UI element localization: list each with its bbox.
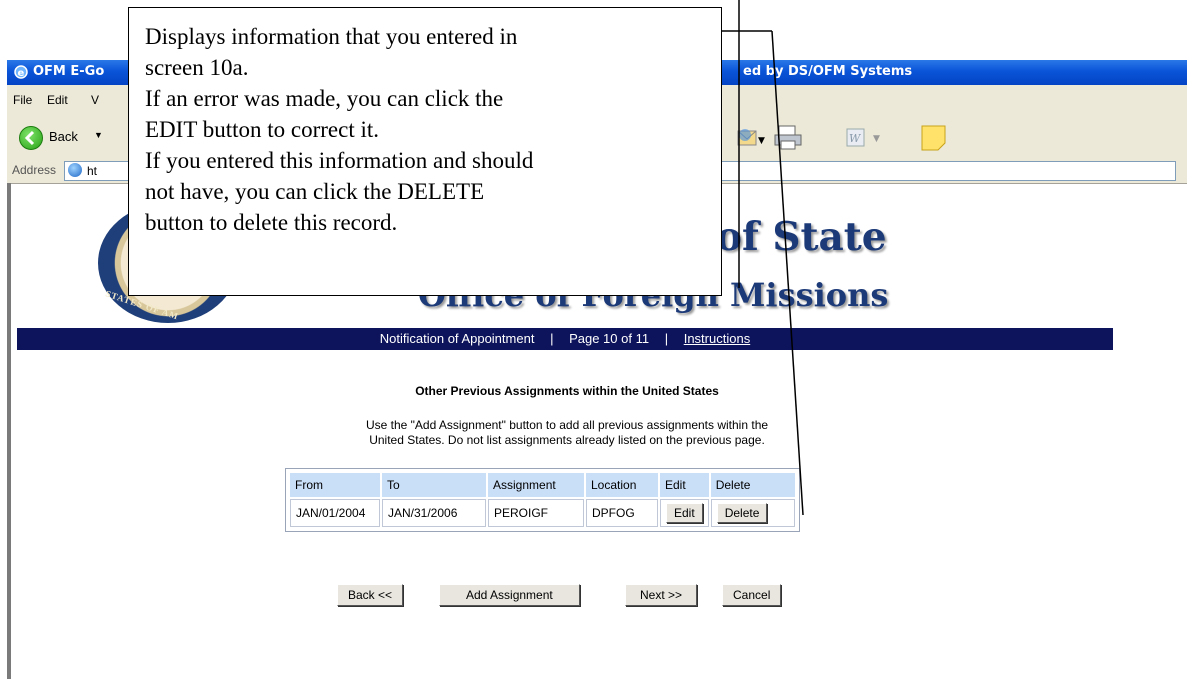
page-indicator: Page 10 of 11 [569,331,650,346]
assignments-table: From To Assignment Location Edit Delete … [285,468,800,532]
internet-explorer-icon: e [13,64,29,80]
instructions-line: Use the "Add Assignment" button to add a… [365,418,769,432]
menu-edit[interactable]: Edit [47,93,68,107]
callout-line: If you entered this information and shou… [145,148,534,173]
cancel-button[interactable]: Cancel [722,584,782,606]
page-globe-icon [68,163,82,177]
table-header-row: From To Assignment Location Edit Delete [290,473,795,497]
svg-text:▼: ▼ [758,136,765,146]
nav-separator: | [550,331,554,346]
nav-separator: | [664,331,669,346]
cell-location: DPFOG [586,499,658,527]
column-header-edit: Edit [660,473,709,497]
back-button-label[interactable]: Back [49,129,78,144]
edit-button[interactable]: Edit [666,503,703,523]
print-icon[interactable] [773,123,807,156]
svg-text:▼: ▼ [873,134,880,144]
column-header-assignment: Assignment [488,473,584,497]
sticky-note-icon[interactable] [919,123,949,156]
cell-delete: Delete [710,499,795,527]
back-button[interactable]: Back << [337,584,404,606]
cell-edit: Edit [660,499,709,527]
form-name: Notification of Appointment [379,331,535,346]
callout-line: screen 10a. [145,55,249,80]
callout-line: If an error was made, you can click the [145,86,504,111]
column-header-location: Location [586,473,658,497]
section-heading: Other Previous Assignments within the Un… [415,384,719,398]
next-button[interactable]: Next >> [625,584,698,606]
callout-line: not have, you can click the DELETE [145,179,485,204]
window-title-left: OFM E-Go [33,64,105,79]
mail-icon[interactable]: ▼ [735,123,765,154]
window-left-border [7,183,11,679]
menu-file[interactable]: File [13,93,32,107]
delete-button[interactable]: Delete [716,503,768,523]
back-dropdown-icon[interactable]: ▼ [94,130,103,140]
back-arrow-icon[interactable] [19,126,43,150]
callout-line: Displays information that you entered in [145,24,518,49]
svg-text:W: W [849,132,862,145]
window-title-right: ed by DS/OFM Systems [743,64,913,79]
callout-line: button to delete this record. [145,210,398,235]
svg-text:e: e [18,68,25,79]
word-edit-icon[interactable]: W ▼ [845,126,885,153]
add-assignment-button[interactable]: Add Assignment [439,584,580,606]
callout-box: Displays information that you entered in… [128,7,722,296]
callout-line: EDIT button to correct it. [145,117,379,142]
cell-from: JAN/01/2004 [290,499,380,527]
menu-view[interactable]: V [91,93,99,107]
column-header-delete: Delete [710,473,795,497]
address-text: ht [87,164,98,178]
page-nav-bar: Notification of Appointment | Page 10 of… [17,328,1113,350]
instructions-line: United States. Do not list assignments a… [369,433,765,447]
column-header-from: From [290,473,380,497]
instructions-link[interactable]: Instructions [684,331,750,346]
table-row: JAN/01/2004 JAN/31/2006 PEROIGF DPFOG Ed… [290,499,795,527]
cell-to: JAN/31/2006 [382,499,486,527]
column-header-to: To [382,473,486,497]
cell-assignment: PEROIGF [488,499,584,527]
address-label: Address [12,163,57,177]
section-instructions: Use the "Add Assignment" button to add a… [287,418,847,448]
